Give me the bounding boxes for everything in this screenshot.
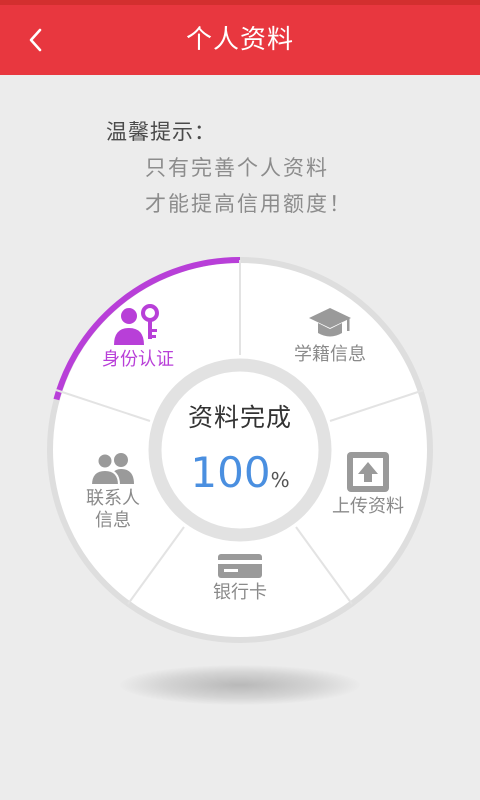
segment-school-label: 学籍信息 bbox=[294, 344, 366, 365]
segment-bank-card-label: 银行卡 bbox=[213, 582, 267, 603]
back-button[interactable] bbox=[14, 18, 58, 62]
completion-number: 100 bbox=[190, 448, 271, 497]
tip-text-line2: 才能提高信用额度！ bbox=[145, 192, 352, 216]
segment-upload-label: 上传资料 bbox=[332, 496, 404, 517]
wheel-shadow bbox=[120, 665, 360, 705]
segment-bank-card[interactable]: 银行卡 bbox=[190, 552, 290, 604]
completion-value: 100% bbox=[40, 448, 440, 497]
chevron-left-icon bbox=[29, 28, 42, 52]
tip-text-line1: 只有完善个人资料 bbox=[145, 156, 329, 180]
tip-label: 温馨提示： bbox=[106, 120, 216, 144]
users-key-icon bbox=[114, 304, 159, 345]
completion-title: 资料完成 bbox=[187, 403, 292, 432]
page-title: 个人资料 bbox=[185, 25, 294, 55]
app-bar: 个人资料 bbox=[0, 5, 480, 75]
segment-contacts-label-line2: 信息 bbox=[95, 510, 131, 531]
segment-school[interactable]: 学籍信息 bbox=[275, 306, 385, 366]
segment-identity[interactable]: 身份认证 bbox=[88, 303, 188, 371]
bank-card-icon bbox=[218, 554, 262, 578]
segment-identity-label: 身份认证 bbox=[102, 349, 174, 370]
graduation-cap-icon bbox=[309, 308, 351, 337]
completion-unit: % bbox=[270, 468, 290, 492]
